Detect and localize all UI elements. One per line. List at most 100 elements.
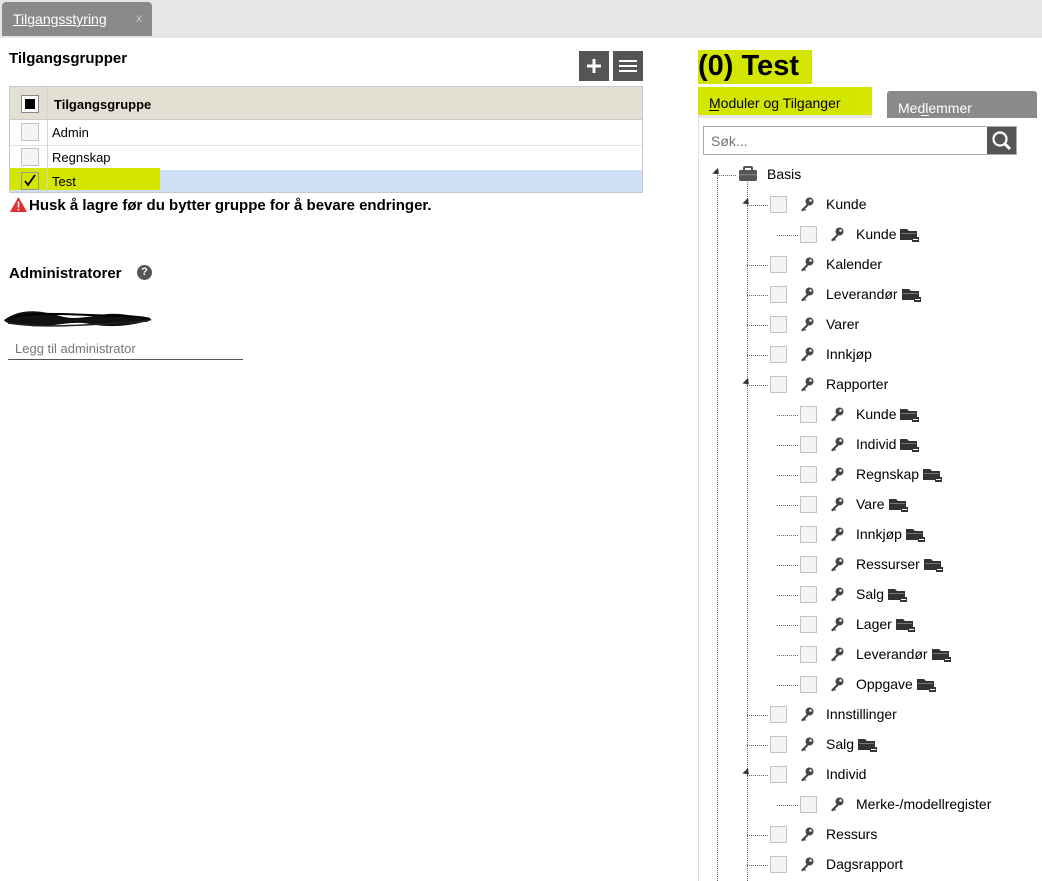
- tree-node[interactable]: Vare: [800, 495, 1042, 515]
- tree-node-checkbox[interactable]: [800, 796, 817, 813]
- tree-guide-line: [717, 177, 718, 881]
- tree-node[interactable]: Basis: [738, 165, 1042, 185]
- row-checkbox-checked[interactable]: [21, 172, 39, 190]
- tree-node-checkbox[interactable]: [770, 316, 787, 333]
- tree-connector: [747, 205, 768, 206]
- add-group-button[interactable]: [579, 51, 609, 81]
- help-icon[interactable]: ?: [137, 265, 152, 280]
- tree-node[interactable]: Kunde: [800, 225, 1042, 245]
- tree-node[interactable]: Ressurser: [800, 555, 1042, 575]
- tree-node[interactable]: Kunde: [800, 405, 1042, 425]
- tree-node-label: Kunde: [826, 196, 867, 212]
- tree-connector: [777, 415, 798, 416]
- tree-node[interactable]: Individ: [770, 765, 1042, 785]
- column-header-group: Tilgangsgruppe: [54, 97, 152, 112]
- tree-node[interactable]: Oppgave: [800, 675, 1042, 695]
- search-input[interactable]: [704, 127, 986, 154]
- tree-node[interactable]: Merke-/modellregister: [800, 795, 1042, 815]
- key-icon: [829, 406, 845, 422]
- tab-close-icon[interactable]: x: [136, 11, 142, 25]
- tree-node[interactable]: Lager: [800, 615, 1042, 635]
- tree-guide-line: [747, 210, 748, 235]
- tree-node-checkbox[interactable]: [770, 736, 787, 753]
- admins-heading: Administratorer: [9, 265, 122, 282]
- table-row-selected[interactable]: Test: [10, 168, 642, 192]
- folder-icon: [888, 588, 907, 603]
- tree-connector: [777, 535, 798, 536]
- folder-icon: [923, 468, 942, 483]
- tree-node[interactable]: Salg: [800, 585, 1042, 605]
- menu-button[interactable]: [613, 51, 643, 81]
- search-button[interactable]: [987, 127, 1016, 154]
- tree-node-checkbox[interactable]: [800, 586, 817, 603]
- tree-node[interactable]: Individ: [800, 435, 1042, 455]
- tree-node-checkbox[interactable]: [800, 526, 817, 543]
- tab-label[interactable]: Tilgangsstyring: [13, 11, 107, 27]
- plus-icon: [587, 59, 601, 73]
- tree-node-checkbox[interactable]: [770, 766, 787, 783]
- key-icon: [829, 466, 845, 482]
- tree-node[interactable]: Leverandør: [800, 645, 1042, 665]
- key-icon: [799, 706, 815, 722]
- folder-icon: [889, 498, 908, 513]
- search-box: [703, 126, 1017, 155]
- tree-node-label: Merke-/modellregister: [856, 796, 992, 812]
- tree-node[interactable]: Innkjøp: [770, 345, 1042, 365]
- tree-node[interactable]: Innstillinger: [770, 705, 1042, 725]
- tree-node-checkbox[interactable]: [800, 436, 817, 453]
- table-row[interactable]: Admin: [10, 120, 642, 146]
- tab-label[interactable]: Moduler og Tilganger: [709, 95, 841, 111]
- tab-label[interactable]: Medlemmer: [898, 100, 972, 116]
- tree-node[interactable]: Rapporter: [770, 375, 1042, 395]
- tree-node-checkbox[interactable]: [800, 406, 817, 423]
- tree-node-checkbox[interactable]: [800, 496, 817, 513]
- tab-tilgangsstyring[interactable]: Tilgangsstyring x: [2, 2, 152, 36]
- tree-node-checkbox[interactable]: [800, 466, 817, 483]
- tree-node-checkbox[interactable]: [770, 286, 787, 303]
- tree-connector: [747, 775, 768, 776]
- tree-node-checkbox[interactable]: [770, 196, 787, 213]
- tree-node-checkbox[interactable]: [800, 556, 817, 573]
- row-checkbox[interactable]: [21, 148, 39, 166]
- tree-node[interactable]: Varer: [770, 315, 1042, 335]
- tree-node[interactable]: Regnskap: [800, 465, 1042, 485]
- tree-node-checkbox[interactable]: [770, 346, 787, 363]
- row-checkbox[interactable]: [21, 123, 39, 141]
- tree-node-checkbox[interactable]: [800, 676, 817, 693]
- tree-node-label: Salg: [856, 586, 885, 602]
- row-label: Regnskap: [52, 150, 111, 165]
- warning-icon: [10, 197, 27, 212]
- tree-node[interactable]: Salg: [770, 735, 1042, 755]
- tree-node-checkbox[interactable]: [770, 826, 787, 843]
- key-icon: [829, 436, 845, 452]
- tree-node-checkbox[interactable]: [770, 256, 787, 273]
- row-label: Admin: [52, 125, 89, 140]
- tree-connector: [777, 655, 798, 656]
- folder-icon: [900, 408, 919, 423]
- tree-node-checkbox[interactable]: [800, 616, 817, 633]
- tree-connector: [777, 625, 798, 626]
- tree-node[interactable]: Dagsrapport: [770, 855, 1042, 875]
- tab-members[interactable]: Medlemmer: [887, 91, 1037, 121]
- tree-node[interactable]: Ressurs: [770, 825, 1042, 845]
- folder-icon: [924, 558, 943, 573]
- select-all-checkbox[interactable]: [21, 95, 39, 113]
- key-icon: [829, 496, 845, 512]
- key-icon: [799, 316, 815, 332]
- add-admin-input[interactable]: [8, 338, 243, 360]
- tree-node-checkbox[interactable]: [800, 226, 817, 243]
- tree-node[interactable]: Kunde: [770, 195, 1042, 215]
- group-title: (0) Test: [698, 50, 799, 82]
- tree-node-checkbox[interactable]: [770, 856, 787, 873]
- tree-node-label: Ressurser: [856, 556, 920, 572]
- tree-node[interactable]: Innkjøp: [800, 525, 1042, 545]
- folder-icon: [906, 528, 925, 543]
- tree-node-checkbox[interactable]: [770, 376, 787, 393]
- window-tab-bar: Tilgangsstyring x: [0, 0, 1042, 38]
- tree-node[interactable]: Kalender: [770, 255, 1042, 275]
- tab-modules-access[interactable]: Moduler og Tilganger: [698, 87, 872, 119]
- tree-node-checkbox[interactable]: [770, 706, 787, 723]
- tree-node-checkbox[interactable]: [800, 646, 817, 663]
- checkmark-icon: [24, 174, 36, 187]
- tree-node[interactable]: Leverandør: [770, 285, 1042, 305]
